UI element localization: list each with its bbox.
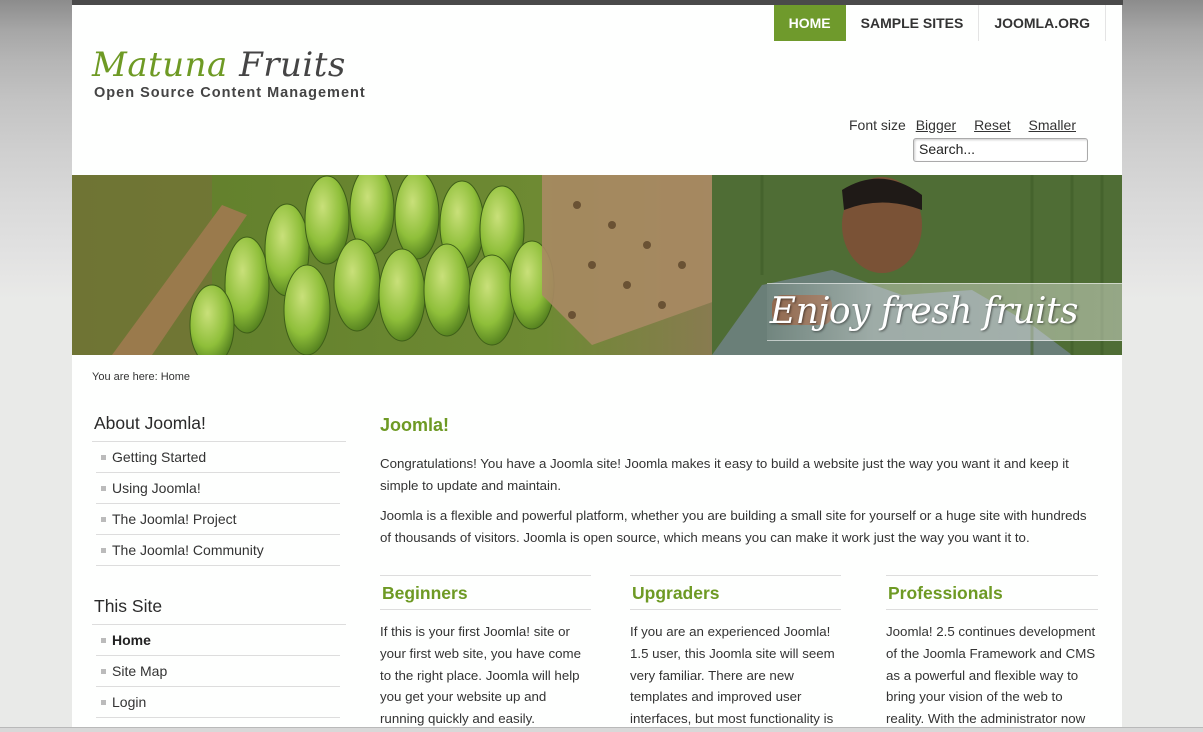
menu-item-using-joomla[interactable]: Using Joomla!: [96, 473, 340, 504]
site-logo[interactable]: Matuna Fruits Open Source Content Manage…: [92, 45, 366, 101]
column-upgraders: Upgraders If you are an experienced Joom…: [630, 575, 841, 732]
menu-item-site-map[interactable]: Site Map: [96, 656, 340, 687]
menu-item-joomla-project[interactable]: The Joomla! Project: [96, 504, 340, 535]
article-paragraph-1: Congratulations! You have a Joomla site!…: [380, 456, 1069, 493]
sidebar: About Joomla! Getting Started Using Joom…: [92, 413, 346, 718]
article-paragraph-2: Joomla is a flexible and powerful platfo…: [380, 508, 1087, 545]
search-input[interactable]: Search...: [913, 138, 1088, 162]
font-size-tools: Font size Bigger Reset Smaller: [849, 117, 1076, 133]
font-reset-link[interactable]: Reset: [974, 117, 1011, 133]
column-text-professionals: Joomla! 2.5 continues development of the…: [886, 624, 1096, 727]
column-title-upgraders[interactable]: Upgraders: [630, 575, 841, 610]
column-title-beginners[interactable]: Beginners: [380, 575, 591, 610]
about-joomla-heading: About Joomla!: [92, 413, 346, 442]
menu-item-login[interactable]: Login: [96, 687, 340, 718]
banner-image: Enjoy fresh fruits: [72, 175, 1122, 355]
this-site-menu: Home Site Map Login: [96, 625, 340, 718]
logo-word-fruits: Fruits: [239, 45, 346, 85]
banner-caption: Enjoy fresh fruits: [769, 291, 1079, 332]
menu-item-home[interactable]: Home: [96, 625, 340, 656]
font-smaller-link[interactable]: Smaller: [1029, 117, 1076, 133]
column-text-beginners: If this is your first Joomla! site or yo…: [380, 624, 582, 727]
column-beginners: Beginners If this is your first Joomla! …: [380, 575, 591, 732]
page: HOME SAMPLE SITES JOOMLA.ORG Matuna Frui…: [72, 5, 1122, 732]
menu-item-joomla-community[interactable]: The Joomla! Community: [96, 535, 340, 566]
menu-item-getting-started[interactable]: Getting Started: [96, 442, 340, 473]
column-title-professionals[interactable]: Professionals: [886, 575, 1098, 610]
logo-title: Matuna Fruits: [92, 45, 366, 85]
column-professionals: Professionals Joomla! 2.5 continues deve…: [886, 575, 1098, 732]
about-joomla-menu: Getting Started Using Joomla! The Joomla…: [96, 442, 340, 566]
horizontal-scrollbar[interactable]: [0, 727, 1203, 732]
top-navigation: HOME SAMPLE SITES JOOMLA.ORG: [773, 5, 1106, 41]
column-text-upgraders: If you are an experienced Joomla! 1.5 us…: [630, 624, 835, 727]
font-size-label: Font size: [849, 117, 906, 133]
article-title[interactable]: Joomla!: [380, 413, 1098, 436]
nav-joomla-org[interactable]: JOOMLA.ORG: [979, 5, 1106, 41]
nav-home[interactable]: HOME: [773, 5, 846, 41]
nav-sample-sites[interactable]: SAMPLE SITES: [846, 5, 980, 41]
site-tagline: Open Source Content Management: [94, 85, 366, 101]
this-site-heading: This Site: [92, 596, 346, 625]
main-content: Joomla! Congratulations! You have a Joom…: [380, 413, 1098, 726]
breadcrumb: You are here: Home: [92, 371, 191, 383]
font-bigger-link[interactable]: Bigger: [916, 117, 956, 133]
logo-word-matuna: Matuna: [92, 45, 228, 85]
